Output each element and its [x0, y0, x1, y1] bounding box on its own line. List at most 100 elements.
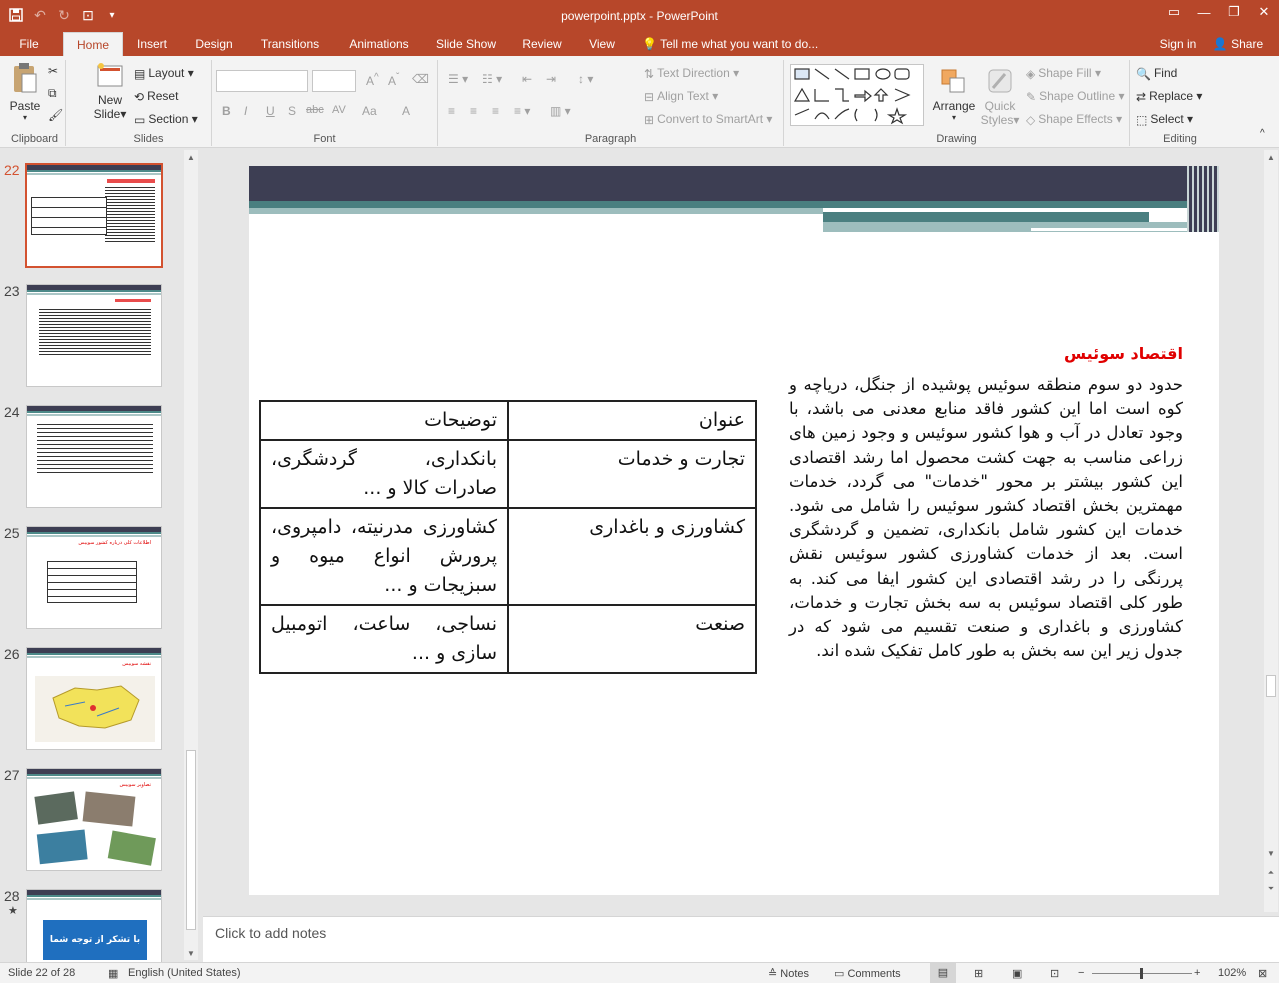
shape-outline-button[interactable]: ✎ Shape Outline ▾ [1026, 89, 1124, 104]
arrange-button[interactable]: Arrange ▾ [932, 68, 976, 122]
select-button[interactable]: ⬚ Select ▾ [1136, 112, 1193, 127]
layout-button[interactable]: ▤ Layout ▾ [134, 66, 194, 81]
language-indicator[interactable]: English (United States) [128, 967, 241, 979]
tab-design[interactable]: Design [188, 32, 240, 56]
increase-indent-icon[interactable]: ⇥ [546, 72, 556, 86]
zoom-in-icon[interactable]: + [1194, 967, 1200, 979]
quick-styles-button[interactable]: Quick Styles▾ [980, 68, 1020, 127]
slide[interactable]: اقتصاد سوئیس حدود دو سوم منطقه سوئیس پوش… [249, 166, 1219, 895]
tab-file[interactable]: File [10, 32, 48, 56]
slide-thumbnail-25[interactable]: اطلاعات کلی درباره کشور سوییس [26, 526, 162, 629]
cut-icon[interactable]: ✂ [48, 64, 58, 78]
slide-table[interactable]: عنوان توضیحات تجارت و خدمات بانکداری، گر… [258, 400, 757, 674]
char-spacing-button[interactable]: AV [332, 104, 346, 116]
table-cell[interactable]: تجارت و خدمات [507, 439, 757, 509]
shadow-button[interactable]: S [288, 104, 296, 118]
section-button[interactable]: ▭ Section ▾ [134, 112, 198, 127]
table-cell[interactable]: کشاورزی مدرنیته، دامپروی، پرورش انواع می… [258, 507, 510, 606]
scroll-down-icon[interactable]: ▼ [1264, 846, 1278, 860]
slide-sorter-icon[interactable]: ⊞ [974, 967, 983, 980]
reading-view-icon[interactable]: ▣ [1012, 967, 1022, 980]
clear-format-icon[interactable]: ⌫ [412, 72, 429, 86]
line-spacing-icon[interactable]: ↕ ▾ [578, 72, 593, 86]
font-size-combo[interactable] [312, 70, 356, 92]
table-cell[interactable]: بانکداری، گردشگری، صادرات کالا و ... [258, 439, 510, 509]
new-slide-button[interactable]: New Slide▾ [90, 62, 130, 121]
table-header-cell[interactable]: عنوان [507, 400, 757, 441]
scroll-up-icon[interactable]: ▲ [1264, 150, 1278, 164]
shape-effects-button[interactable]: ◇ Shape Effects ▾ [1026, 112, 1122, 127]
tab-view[interactable]: View [584, 32, 620, 56]
slide-body-text[interactable]: حدود دو سوم منطقه سوئیس پوشیده از جنگل، … [789, 373, 1183, 663]
fit-slide-icon[interactable]: ⊠ [1258, 967, 1267, 980]
tab-home[interactable]: Home [63, 32, 123, 56]
table-cell[interactable]: صنعت [507, 604, 757, 674]
change-case-button[interactable]: Aa [362, 104, 377, 118]
bold-button[interactable]: B [222, 104, 231, 118]
comments-toggle[interactable]: ▭ Comments [834, 967, 901, 980]
font-name-combo[interactable] [216, 70, 308, 92]
decrease-indent-icon[interactable]: ⇤ [522, 72, 532, 86]
notes-pane[interactable]: Click to add notes [203, 916, 1279, 962]
shape-fill-button[interactable]: ◈ Shape Fill ▾ [1026, 66, 1101, 81]
slide-thumbnail-26[interactable]: نقشه سوییس [26, 647, 162, 750]
copy-icon[interactable]: ⧉ [48, 86, 57, 101]
font-color-button[interactable]: A [402, 104, 410, 118]
minimize-icon[interactable]: — [1189, 0, 1219, 24]
format-painter-icon[interactable]: 🖌 [48, 108, 63, 122]
scroll-thumb[interactable] [1266, 675, 1276, 697]
scroll-down-icon[interactable]: ▼ [184, 946, 198, 960]
table-cell[interactable]: کشاورزی و باغداری [507, 507, 757, 606]
close-icon[interactable]: ✕ [1249, 0, 1279, 24]
slide-thumbnail-22[interactable] [25, 163, 163, 268]
find-button[interactable]: 🔍 Find [1136, 66, 1177, 81]
underline-button[interactable]: U [266, 104, 275, 118]
table-header-cell[interactable]: توضیحات [258, 400, 510, 441]
tab-insert[interactable]: Insert [130, 32, 174, 56]
convert-smartart-button[interactable]: ⊞ Convert to SmartArt ▾ [644, 112, 772, 127]
shrink-font-icon[interactable]: Aˇ [388, 72, 399, 88]
previous-slide-icon[interactable]: ⏶ [1264, 866, 1278, 880]
share-button[interactable]: 👤 Share [1208, 32, 1268, 56]
scroll-thumb[interactable] [186, 750, 196, 930]
align-left-icon[interactable]: ≡ [448, 104, 455, 118]
zoom-out-icon[interactable]: − [1078, 967, 1084, 979]
text-direction-button[interactable]: ⇅ Text Direction ▾ [644, 66, 739, 81]
slide-thumbnail-23[interactable] [26, 284, 162, 387]
slide-thumbnail-24[interactable] [26, 405, 162, 508]
tab-review[interactable]: Review [516, 32, 568, 56]
normal-view-icon[interactable]: ▤ [930, 963, 956, 983]
zoom-slider-thumb[interactable] [1140, 968, 1143, 979]
justify-icon[interactable]: ≡ ▾ [514, 104, 530, 118]
restore-icon[interactable]: ❐ [1219, 0, 1249, 24]
shapes-gallery[interactable] [790, 64, 924, 126]
notes-placeholder[interactable]: Click to add notes [215, 925, 326, 941]
collapse-ribbon-icon[interactable]: ^ [1260, 128, 1265, 139]
strikethrough-button[interactable]: abc [306, 104, 324, 116]
paste-button[interactable]: Paste ▾ [8, 62, 42, 122]
next-slide-icon[interactable]: ⏷ [1264, 882, 1278, 896]
spellcheck-icon[interactable]: ▦ [108, 967, 118, 980]
numbering-icon[interactable]: ☷ ▾ [482, 72, 502, 86]
bullets-icon[interactable]: ☰ ▾ [448, 72, 468, 86]
slide-title[interactable]: اقتصاد سوئیس [1064, 344, 1183, 363]
table-cell[interactable]: نساجی، ساعت، اتومبیل سازی و ... [258, 604, 510, 674]
tab-transitions[interactable]: Transitions [255, 32, 325, 56]
slideshow-view-icon[interactable]: ⊡ [1050, 967, 1059, 980]
grow-font-icon[interactable]: A^ [366, 72, 379, 88]
ribbon-display-icon[interactable]: ▭ [1159, 0, 1189, 24]
sign-in-link[interactable]: Sign in [1154, 32, 1202, 56]
zoom-level[interactable]: 102% [1218, 967, 1246, 979]
tab-slide-show[interactable]: Slide Show [432, 32, 500, 56]
align-right-icon[interactable]: ≡ [492, 104, 499, 118]
replace-button[interactable]: ⇄ Replace ▾ [1136, 89, 1202, 104]
slide-thumbnail-28[interactable]: با تشکر از توجه شما [26, 889, 162, 963]
tab-animations[interactable]: Animations [340, 32, 418, 56]
align-text-button[interactable]: ⊟ Align Text ▾ [644, 89, 718, 104]
notes-toggle[interactable]: ≙ Notes [768, 967, 809, 980]
scroll-up-icon[interactable]: ▲ [184, 150, 198, 164]
slide-thumbnail-27[interactable]: تصاویر سوییس [26, 768, 162, 871]
align-center-icon[interactable]: ≡ [470, 104, 477, 118]
canvas-scrollbar[interactable]: ▲ ▼ ⏶ ⏷ [1264, 150, 1278, 912]
italic-button[interactable]: I [244, 104, 247, 118]
